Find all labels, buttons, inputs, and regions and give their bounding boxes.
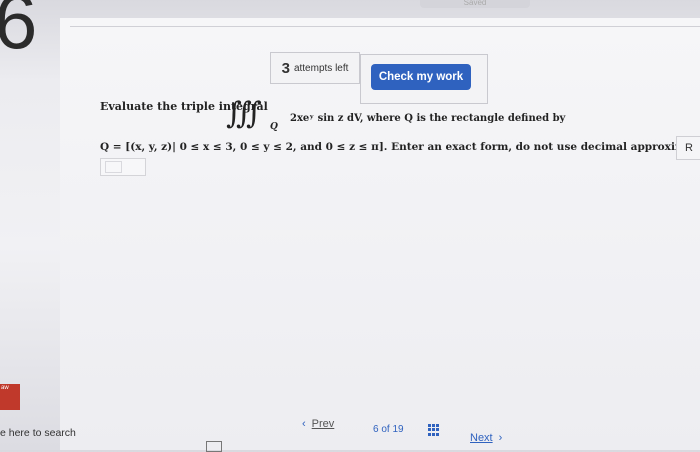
header-divider: [70, 26, 700, 27]
prev-label: Prev: [311, 418, 335, 430]
taskbar-search-input[interactable]: e here to search: [0, 427, 76, 439]
side-panel-tab[interactable]: R: [676, 136, 700, 160]
answer-input[interactable]: [100, 158, 146, 176]
chevron-right-icon: ›: [498, 432, 503, 444]
taskbar-app-icon[interactable]: aw: [0, 384, 20, 410]
chevron-left-icon: ‹: [302, 418, 306, 430]
question-number: 6: [0, 0, 38, 65]
prev-button[interactable]: ‹ Prev: [302, 418, 334, 430]
saved-indicator: Saved: [420, 0, 530, 8]
triple-integral-symbol: ∭: [226, 96, 262, 131]
answer-input-field[interactable]: [105, 161, 122, 173]
attempts-label: attempts left: [293, 62, 349, 74]
integrand-text: 2xeʸ sin z dV, where Q is the rectangle …: [290, 113, 566, 124]
check-my-work-button[interactable]: Check my work: [371, 64, 471, 90]
attempts-count: 3: [281, 59, 290, 77]
attempts-indicator: 3 attempts left: [270, 52, 360, 84]
taskbar-window-icon[interactable]: [206, 441, 222, 452]
next-label: Next: [470, 432, 493, 444]
region-definition: Q = [(x, y, z)| 0 ≤ x ≤ 3, 0 ≤ y ≤ 2, an…: [100, 141, 700, 153]
check-my-work-container: Check my work: [360, 54, 488, 104]
page-status: 6 of 19: [373, 424, 404, 435]
grid-icon[interactable]: [428, 424, 440, 436]
next-button[interactable]: Next ›: [470, 432, 502, 444]
integral-region-subscript: Q: [270, 122, 278, 132]
